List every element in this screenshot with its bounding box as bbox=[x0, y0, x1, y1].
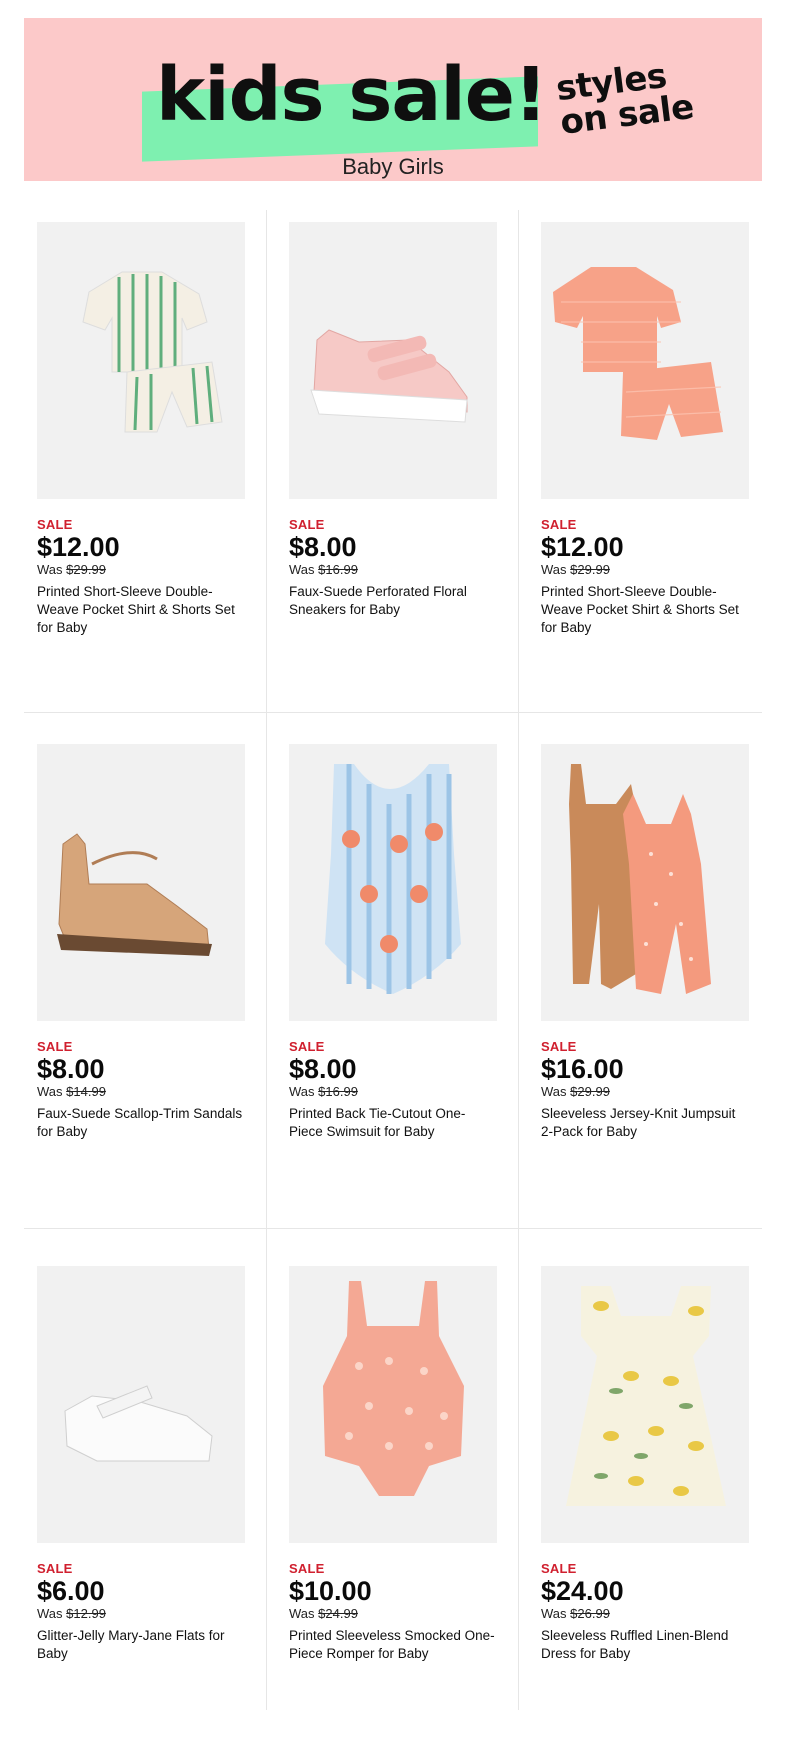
sale-badge: SALE bbox=[289, 1039, 325, 1054]
product-name-link[interactable]: Sleeveless Ruffled Linen-Blend Dress for… bbox=[541, 1627, 751, 1663]
product-image[interactable] bbox=[289, 744, 497, 1021]
was-label: Was bbox=[541, 562, 567, 577]
was-price: $16.99 bbox=[318, 1084, 358, 1099]
product-card[interactable]: SALE $8.00 Was $14.99 Faux-Suede Scallop… bbox=[37, 744, 247, 1141]
was-price: $26.99 bbox=[570, 1606, 610, 1621]
sale-price: $6.00 bbox=[37, 1576, 105, 1606]
product-card[interactable]: SALE $12.00 Was $29.99 Printed Short-Sle… bbox=[37, 222, 247, 637]
pink-sneaker-icon bbox=[310, 329, 468, 423]
product-card[interactable]: SALE $24.00 Was $26.99 Sleeveless Ruffle… bbox=[541, 1266, 751, 1663]
product-card[interactable]: SALE $8.00 Was $16.99 Faux-Suede Perfora… bbox=[289, 222, 499, 619]
product-image[interactable] bbox=[289, 222, 497, 499]
product-image[interactable] bbox=[37, 744, 245, 1021]
was-price: $12.99 bbox=[66, 1606, 106, 1621]
product-image[interactable] bbox=[541, 744, 749, 1021]
was-label: Was bbox=[37, 1606, 63, 1621]
was-label: Was bbox=[289, 562, 315, 577]
product-name-link[interactable]: Printed Back Tie-Cutout One-Piece Swimsu… bbox=[289, 1105, 499, 1141]
column-divider bbox=[266, 210, 267, 1710]
sale-price: $8.00 bbox=[289, 532, 357, 562]
product-image[interactable] bbox=[37, 222, 245, 499]
sale-badge: SALE bbox=[541, 517, 577, 532]
sale-badge: SALE bbox=[37, 1039, 73, 1054]
original-price: Was $29.99 bbox=[541, 562, 751, 577]
jumpsuit-2-pack-icon bbox=[569, 764, 711, 994]
product-name-link[interactable]: Printed Sleeveless Smocked One-Piece Rom… bbox=[289, 1627, 499, 1663]
was-price: $29.99 bbox=[570, 1084, 610, 1099]
row-divider bbox=[24, 712, 762, 713]
banner-category: Baby Girls bbox=[342, 154, 444, 179]
product-image[interactable] bbox=[37, 1266, 245, 1543]
product-name-link[interactable]: Printed Short-Sleeve Double-Weave Pocket… bbox=[541, 583, 751, 637]
sale-price: $16.00 bbox=[541, 1054, 624, 1084]
sale-badge: SALE bbox=[289, 517, 325, 532]
banner-tagline: styles on sale bbox=[554, 56, 696, 143]
sale-banner[interactable]: kids sale! styles on sale Baby Girls bbox=[24, 18, 762, 181]
original-price: Was $29.99 bbox=[37, 562, 247, 577]
original-price: Was $29.99 bbox=[541, 1084, 751, 1099]
original-price: Was $16.99 bbox=[289, 1084, 499, 1099]
sale-badge: SALE bbox=[37, 1561, 73, 1576]
lemon-print-dress-icon bbox=[566, 1286, 726, 1506]
tan-sandal-icon bbox=[57, 833, 212, 956]
original-price: Was $12.99 bbox=[37, 1606, 247, 1621]
product-card[interactable]: SALE $10.00 Was $24.99 Printed Sleeveles… bbox=[289, 1266, 499, 1663]
sale-badge: SALE bbox=[289, 1561, 325, 1576]
product-name-link[interactable]: Faux-Suede Scallop-Trim Sandals for Baby bbox=[37, 1105, 247, 1141]
sale-badge: SALE bbox=[541, 1561, 577, 1576]
was-label: Was bbox=[541, 1606, 567, 1621]
product-image[interactable] bbox=[541, 1266, 749, 1543]
product-name-link[interactable]: Glitter-Jelly Mary-Jane Flats for Baby bbox=[37, 1627, 247, 1663]
sale-price: $8.00 bbox=[289, 1054, 357, 1084]
sale-price: $12.00 bbox=[37, 532, 120, 562]
product-name-link[interactable]: Faux-Suede Perforated Floral Sneakers fo… bbox=[289, 583, 499, 619]
was-label: Was bbox=[37, 1084, 63, 1099]
striped-shirt-shorts-set-icon bbox=[82, 271, 223, 433]
was-label: Was bbox=[541, 1084, 567, 1099]
sale-price: $12.00 bbox=[541, 532, 624, 562]
sale-price: $24.00 bbox=[541, 1576, 624, 1606]
product-card[interactable]: SALE $6.00 Was $12.99 Glitter-Jelly Mary… bbox=[37, 1266, 247, 1663]
sale-price: $8.00 bbox=[37, 1054, 105, 1084]
was-price: $24.99 bbox=[318, 1606, 358, 1621]
product-image[interactable] bbox=[289, 1266, 497, 1543]
was-price: $29.99 bbox=[570, 562, 610, 577]
was-label: Was bbox=[289, 1606, 315, 1621]
original-price: Was $16.99 bbox=[289, 562, 499, 577]
product-name-link[interactable]: Printed Short-Sleeve Double-Weave Pocket… bbox=[37, 583, 247, 637]
gingham-shirt-shorts-set-icon bbox=[553, 267, 723, 440]
was-label: Was bbox=[289, 1084, 315, 1099]
product-card[interactable]: SALE $8.00 Was $16.99 Printed Back Tie-C… bbox=[289, 744, 499, 1141]
original-price: Was $14.99 bbox=[37, 1084, 247, 1099]
original-price: Was $24.99 bbox=[289, 1606, 499, 1621]
sale-badge: SALE bbox=[541, 1039, 577, 1054]
peach-print-swimsuit-icon bbox=[325, 764, 461, 994]
smocked-romper-icon bbox=[323, 1281, 464, 1496]
row-divider bbox=[24, 1228, 762, 1229]
banner-headline: kids sale! bbox=[156, 52, 548, 138]
product-image[interactable] bbox=[541, 222, 749, 499]
sale-price: $10.00 bbox=[289, 1576, 372, 1606]
original-price: Was $26.99 bbox=[541, 1606, 751, 1621]
sale-badge: SALE bbox=[37, 517, 73, 532]
was-price: $29.99 bbox=[66, 562, 106, 577]
column-divider bbox=[518, 210, 519, 1710]
product-card[interactable]: SALE $12.00 Was $29.99 Printed Short-Sle… bbox=[541, 222, 751, 637]
product-name-link[interactable]: Sleeveless Jersey-Knit Jumpsuit 2-Pack f… bbox=[541, 1105, 751, 1141]
was-price: $16.99 bbox=[318, 562, 358, 577]
was-label: Was bbox=[37, 562, 63, 577]
was-price: $14.99 bbox=[66, 1084, 106, 1099]
product-card[interactable]: SALE $16.00 Was $29.99 Sleeveless Jersey… bbox=[541, 744, 751, 1141]
jelly-flat-shoe-icon bbox=[64, 1385, 213, 1462]
